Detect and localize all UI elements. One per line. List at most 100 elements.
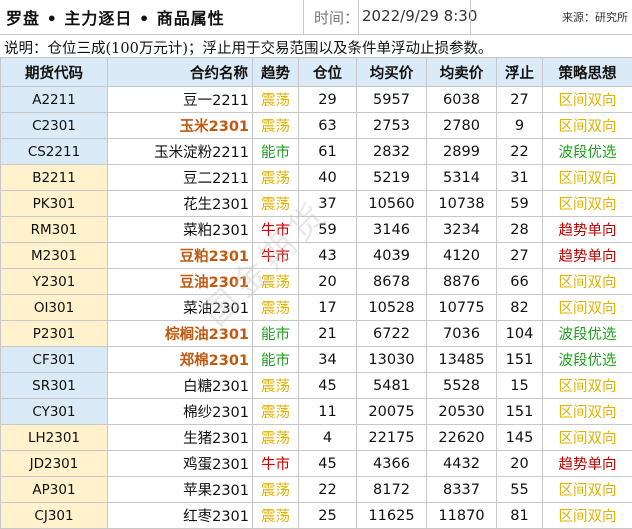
- table-row: LH2301生猪2301震荡42217522620145区间双向: [1, 425, 632, 451]
- col-header-position: 仓位: [299, 58, 357, 87]
- table-row: A2211豆一2211震荡295957603827区间双向: [1, 87, 632, 113]
- contract-name: 棕榈油2301: [108, 321, 253, 347]
- avg-buy-cell: 20075: [357, 399, 427, 425]
- table-row: RM301菜粕2301牛市593146323428趋势单向: [1, 217, 632, 243]
- avg-buy-cell: 3146: [357, 217, 427, 243]
- contract-code: CY301: [1, 399, 108, 425]
- avg-sell-cell: 4120: [427, 243, 497, 269]
- contract-name: 苹果2301: [108, 477, 253, 503]
- table-body: A2211豆一2211震荡295957603827区间双向C2301玉米2301…: [1, 87, 632, 529]
- position-cell: 20: [299, 269, 357, 295]
- avg-buy-cell: 5481: [357, 373, 427, 399]
- strategy-cell: 趋势单向: [543, 217, 632, 243]
- float-stop-cell: 151: [497, 399, 543, 425]
- trend-cell: 震荡: [253, 87, 299, 113]
- avg-sell-cell: 6038: [427, 87, 497, 113]
- avg-sell-cell: 8337: [427, 477, 497, 503]
- avg-sell-cell: 22620: [427, 425, 497, 451]
- float-stop-cell: 22: [497, 139, 543, 165]
- trend-cell: 震荡: [253, 269, 299, 295]
- contract-code: A2211: [1, 87, 108, 113]
- strategy-cell: 趋势单向: [543, 243, 632, 269]
- avg-sell-cell: 4432: [427, 451, 497, 477]
- contract-code: P2301: [1, 321, 108, 347]
- col-header-float-stop: 浮止: [497, 58, 543, 87]
- source-label: 来源：研究所: [562, 9, 628, 25]
- avg-buy-cell: 8678: [357, 269, 427, 295]
- float-stop-cell: 20: [497, 451, 543, 477]
- strategy-cell: 波段优选: [543, 139, 632, 165]
- sheet-title: 罗盘 • 主力逐日 • 商品属性: [6, 5, 225, 29]
- avg-buy-cell: 10528: [357, 295, 427, 321]
- col-header-trend: 趋势: [253, 58, 299, 87]
- position-cell: 63: [299, 113, 357, 139]
- contract-name: 豆一2211: [108, 87, 253, 113]
- divider: [470, 0, 471, 34]
- contract-code: LH2301: [1, 425, 108, 451]
- float-stop-cell: 145: [497, 425, 543, 451]
- contract-name: 菜油2301: [108, 295, 253, 321]
- strategy-cell: 区间双向: [543, 295, 632, 321]
- time-label: 时间：: [314, 7, 359, 28]
- contract-code: CF301: [1, 347, 108, 373]
- strategy-cell: 区间双向: [543, 191, 632, 217]
- strategy-cell: 波段优选: [543, 347, 632, 373]
- contract-name: 玉米2301: [108, 113, 253, 139]
- float-stop-cell: 28: [497, 217, 543, 243]
- trend-cell: 震荡: [253, 113, 299, 139]
- position-cell: 34: [299, 347, 357, 373]
- trend-cell: 震荡: [253, 373, 299, 399]
- avg-sell-cell: 13485: [427, 347, 497, 373]
- strategy-cell: 区间双向: [543, 165, 632, 191]
- float-stop-cell: 151: [497, 347, 543, 373]
- position-cell: 40: [299, 165, 357, 191]
- position-cell: 37: [299, 191, 357, 217]
- avg-sell-cell: 3234: [427, 217, 497, 243]
- strategy-cell: 区间双向: [543, 477, 632, 503]
- contract-name: 豆油2301: [108, 269, 253, 295]
- avg-sell-cell: 7036: [427, 321, 497, 347]
- position-cell: 22: [299, 477, 357, 503]
- trend-cell: 震荡: [253, 191, 299, 217]
- avg-buy-cell: 4039: [357, 243, 427, 269]
- contract-code: CS2211: [1, 139, 108, 165]
- contract-name: 郑棉2301: [108, 347, 253, 373]
- strategy-cell: 区间双向: [543, 113, 632, 139]
- strategy-cell: 区间双向: [543, 269, 632, 295]
- table-row: CS2211玉米淀粉2211能市612832289922波段优选: [1, 139, 632, 165]
- col-header-strategy: 策略思想: [543, 58, 632, 87]
- contract-code: PK301: [1, 191, 108, 217]
- trend-cell: 震荡: [253, 425, 299, 451]
- float-stop-cell: 27: [497, 87, 543, 113]
- avg-sell-cell: 8876: [427, 269, 497, 295]
- position-cell: 11: [299, 399, 357, 425]
- position-cell: 29: [299, 87, 357, 113]
- trend-cell: 震荡: [253, 165, 299, 191]
- avg-buy-cell: 5957: [357, 87, 427, 113]
- float-stop-cell: 27: [497, 243, 543, 269]
- contract-code: AP301: [1, 477, 108, 503]
- table-row: M2301豆粕2301牛市434039412027趋势单向: [1, 243, 632, 269]
- table-row: B2211豆二2211震荡405219531431区间双向: [1, 165, 632, 191]
- position-cell: 43: [299, 243, 357, 269]
- table-row: JD2301鸡蛋2301牛市454366443220趋势单向: [1, 451, 632, 477]
- table-row: OI301菜油2301震荡17105281077582区间双向: [1, 295, 632, 321]
- avg-sell-cell: 5314: [427, 165, 497, 191]
- avg-sell-cell: 2780: [427, 113, 497, 139]
- trend-cell: 能市: [253, 347, 299, 373]
- contract-code: RM301: [1, 217, 108, 243]
- contract-name: 生猪2301: [108, 425, 253, 451]
- divider: [358, 0, 359, 34]
- strategy-cell: 区间双向: [543, 399, 632, 425]
- contract-name: 菜粕2301: [108, 217, 253, 243]
- position-cell: 45: [299, 451, 357, 477]
- title-row: 罗盘 • 主力逐日 • 商品属性 时间： 2022/9/29 8:30 来源：研…: [0, 0, 632, 35]
- float-stop-cell: 31: [497, 165, 543, 191]
- time-value: 2022/9/29 8:30: [362, 7, 477, 25]
- position-cell: 45: [299, 373, 357, 399]
- position-cell: 21: [299, 321, 357, 347]
- avg-buy-cell: 2753: [357, 113, 427, 139]
- spreadsheet: 罗盘 • 主力逐日 • 商品属性 时间： 2022/9/29 8:30 来源：研…: [0, 0, 632, 525]
- contract-code: M2301: [1, 243, 108, 269]
- float-stop-cell: 59: [497, 191, 543, 217]
